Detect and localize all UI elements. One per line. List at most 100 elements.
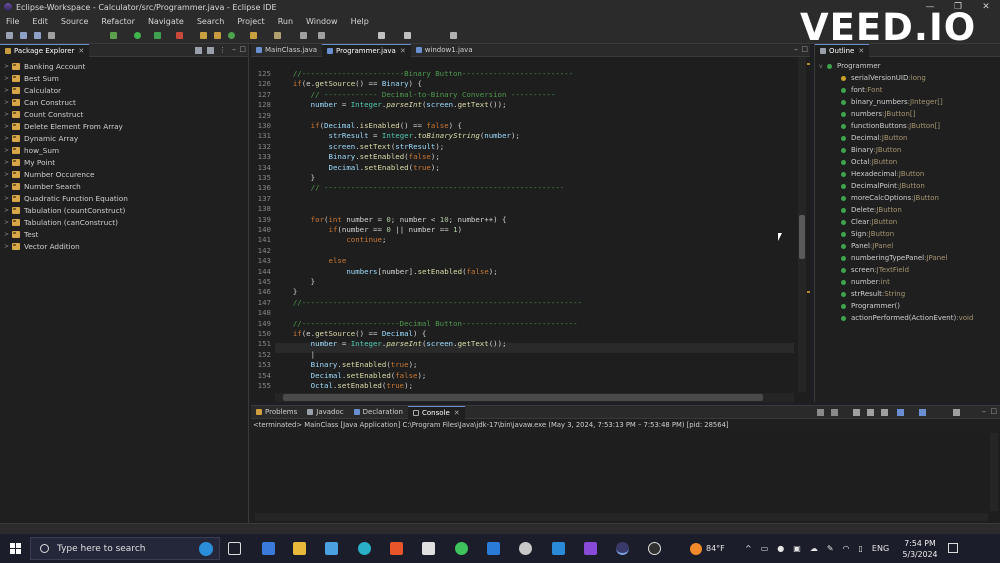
project-item[interactable]: > Best Sum (0, 72, 248, 84)
outline-member[interactable]: actionPerformed(ActionEvent) : void (815, 312, 1000, 324)
menu-file[interactable]: File (0, 17, 26, 26)
remove-launch-icon[interactable] (831, 409, 838, 416)
obs-icon[interactable] (648, 542, 661, 555)
language-indicator[interactable]: ENG (872, 544, 889, 553)
code-editor[interactable]: 125 //-----------------------Binary Butto… (251, 57, 810, 402)
project-item[interactable]: > Vector Addition (0, 240, 248, 252)
outline-member[interactable]: numbers : JButton[] (815, 108, 1000, 120)
annotation-icon[interactable] (300, 32, 307, 39)
system-clock[interactable]: 7:54 PM 5/3/2024 (900, 538, 940, 560)
project-item[interactable]: > Test (0, 228, 248, 240)
code-line[interactable]: 143 else (258, 256, 347, 266)
taskbar-search-box[interactable]: Type here to search (30, 537, 220, 560)
tab-outline[interactable]: Outline ✕ (815, 43, 870, 57)
code-line[interactable]: 147 //-----------------------------------… (258, 298, 582, 308)
tab-javadoc[interactable]: Javadoc (302, 406, 348, 419)
outline-member[interactable]: Clear : JButton (815, 216, 1000, 228)
chevron-right-icon[interactable]: > (4, 231, 12, 238)
outline-member[interactable]: Panel : JPanel (815, 240, 1000, 252)
horizontal-scroll-thumb[interactable] (283, 394, 763, 401)
pen-icon[interactable]: ✎ (827, 544, 834, 553)
save-all-icon[interactable] (34, 32, 41, 39)
chevron-right-icon[interactable]: > (4, 219, 12, 226)
new-java-project-icon[interactable] (200, 32, 207, 39)
tab-problems[interactable]: Problems (251, 406, 302, 419)
whatsapp-icon[interactable] (455, 542, 468, 555)
outline-root[interactable]: v Programmer (815, 60, 1000, 72)
minimize-view-icon[interactable]: – (982, 407, 986, 416)
chevron-right-icon[interactable]: > (4, 243, 12, 250)
chevron-right-icon[interactable]: > (4, 207, 12, 214)
weather-temp[interactable]: 84°F (706, 544, 725, 553)
menu-help[interactable]: Help (345, 17, 376, 26)
project-item[interactable]: > Banking Account (0, 60, 248, 72)
outline-member[interactable]: numberingTypePanel : JPanel (815, 252, 1000, 264)
outline-member[interactable]: Decimal : JButton (815, 132, 1000, 144)
project-item[interactable]: > how_Sum (0, 144, 248, 156)
chevron-right-icon[interactable]: > (4, 147, 12, 154)
outline-member[interactable]: Delete : JButton (815, 204, 1000, 216)
outline-member[interactable]: Hexadecimal : JButton (815, 168, 1000, 180)
project-item[interactable]: > Dynamic Array (0, 132, 248, 144)
chevron-right-icon[interactable]: > (4, 63, 12, 70)
outline-member[interactable]: Programmer() (815, 300, 1000, 312)
brave-icon[interactable] (390, 542, 403, 555)
camera-icon[interactable]: ▭ (761, 544, 769, 553)
chevron-right-icon[interactable]: > (4, 111, 12, 118)
project-item[interactable]: > My Point (0, 156, 248, 168)
chevron-right-icon[interactable]: > (4, 87, 12, 94)
notepad-icon[interactable] (325, 542, 338, 555)
external-tools-icon[interactable] (176, 32, 183, 39)
settings-icon[interactable] (519, 542, 532, 555)
code-line[interactable]: 139 for(int number = 0; number < 10; numb… (258, 215, 507, 225)
cloud-icon[interactable]: ☁ (810, 544, 818, 553)
visual-studio-icon[interactable] (584, 542, 597, 555)
new-icon[interactable] (6, 32, 13, 39)
code-line[interactable]: 128 number = Integer.parseInt(screen.getT… (258, 100, 507, 110)
vertical-scroll-thumb[interactable] (799, 215, 805, 259)
new-class-icon[interactable] (228, 32, 235, 39)
forward-icon[interactable] (404, 32, 411, 39)
new-package-icon[interactable] (214, 32, 221, 39)
save-icon[interactable] (20, 32, 27, 39)
project-item[interactable]: > Number Search (0, 180, 248, 192)
outline-member[interactable]: binary_numbers : JInteger[] (815, 96, 1000, 108)
maximize-view-icon[interactable]: □ (990, 407, 997, 415)
maximize-view-icon[interactable]: □ (801, 45, 808, 53)
console-output[interactable] (251, 431, 1000, 523)
outline-member[interactable]: strResult : String (815, 288, 1000, 300)
console-vertical-scrollbar[interactable] (990, 433, 998, 511)
minimize-view-icon[interactable]: – (794, 45, 798, 54)
open-type-icon[interactable] (250, 32, 257, 39)
menu-navigate[interactable]: Navigate (142, 17, 191, 26)
chevron-right-icon[interactable]: > (4, 123, 12, 130)
code-line[interactable]: 127 // ------------ Decimal-to-Binary Con… (258, 90, 556, 100)
code-line[interactable]: 150 if(e.getSource() == Decimal) { (258, 329, 427, 339)
outline-member[interactable]: moreCalcOptions : JButton (815, 192, 1000, 204)
microphone-icon[interactable]: ● (777, 544, 784, 553)
menu-search[interactable]: Search (191, 17, 231, 26)
code-line[interactable]: 134 Decimal.setEnabled(true); (258, 163, 440, 173)
chevron-right-icon[interactable]: > (4, 159, 12, 166)
code-line[interactable]: 140 if(number == 0 || number == 1) (258, 225, 462, 235)
view-menu-icon[interactable]: ⋮ (219, 46, 226, 54)
wifi-icon[interactable]: ◠ (843, 544, 850, 553)
code-line[interactable]: 125 //-----------------------Binary Butto… (258, 69, 574, 79)
code-line[interactable]: 154 Decimal.setEnabled(false); (258, 371, 427, 381)
pin-console-icon[interactable] (897, 409, 904, 416)
outline-member[interactable]: Octal : JButton (815, 156, 1000, 168)
vscode-icon[interactable] (552, 542, 565, 555)
outline-member[interactable]: screen : JTextField (815, 264, 1000, 276)
menu-refactor[interactable]: Refactor (95, 17, 142, 26)
console-horizontal-scrollbar[interactable] (255, 513, 988, 521)
link-editor-icon[interactable] (207, 47, 214, 54)
coverage-icon[interactable] (154, 32, 161, 39)
code-line[interactable]: 130 if(Decimal.isEnabled() == false) { (258, 121, 462, 131)
tab-mainclass[interactable]: MainClass.java (251, 44, 322, 57)
close-icon[interactable]: ✕ (78, 47, 84, 55)
menu-run[interactable]: Run (272, 17, 300, 26)
perspective-icon[interactable] (450, 32, 457, 39)
project-item[interactable]: > Tabulation (countConstruct) (0, 204, 248, 216)
close-icon[interactable]: ✕ (454, 409, 460, 417)
project-item[interactable]: > Number Occurence (0, 168, 248, 180)
